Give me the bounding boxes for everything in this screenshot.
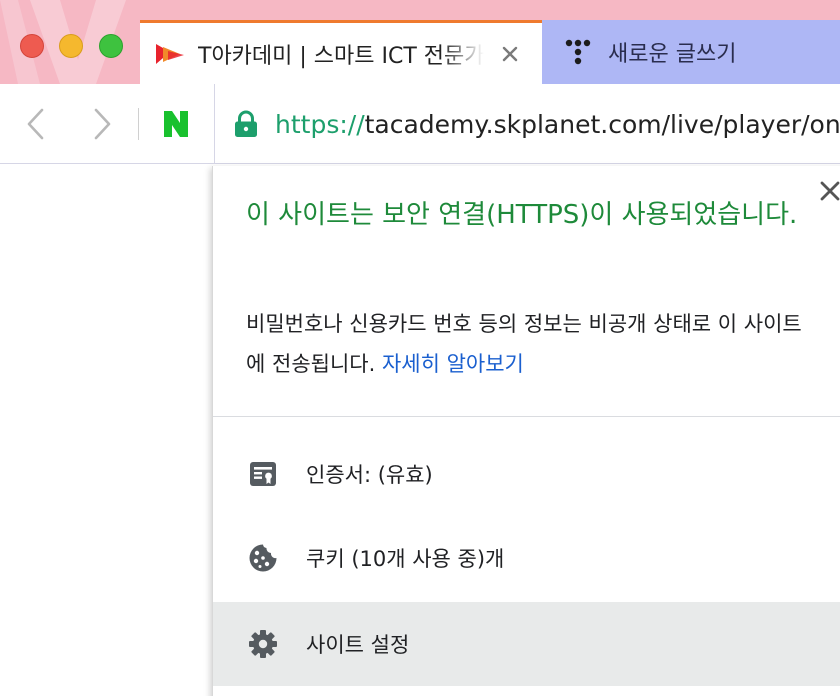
certificate-row[interactable]: 인증서: (유효) (213, 432, 840, 516)
browser-window: T아카데미 | 스마트 ICT 전문가 새로운 글쓰기 https://taca… (0, 0, 840, 696)
connection-secure-heading: 이 사이트는 보안 연결(HTTPS)이 사용되었습니다. (246, 200, 798, 230)
naver-icon (164, 111, 188, 137)
url-scheme: https:// (275, 109, 365, 139)
window-close-button[interactable] (20, 34, 44, 58)
certificate-icon (250, 462, 276, 486)
site-info-popup: 이 사이트는 보안 연결(HTTPS)이 사용되었습니다. 비밀번호나 신용카드… (212, 166, 840, 696)
tistory-favicon-icon (565, 39, 591, 65)
tab-title: T아카데미 | 스마트 ICT 전문가 (198, 43, 484, 69)
back-button[interactable] (18, 106, 54, 142)
chevron-right-icon (94, 108, 111, 140)
tab-strip: T아카데미 | 스마트 ICT 전문가 새로운 글쓰기 (0, 0, 840, 84)
divider (213, 416, 840, 417)
url-text[interactable]: https://tacademy.skplanet.com/live/playe… (275, 110, 840, 139)
tacademy-favicon-icon (156, 43, 184, 64)
cookies-row[interactable]: 쿠키 (10개 사용 중)개 (213, 516, 840, 600)
chevron-left-icon (27, 108, 44, 140)
toolbar-separator (138, 108, 139, 140)
lock-icon[interactable] (233, 110, 259, 138)
window-minimize-button[interactable] (59, 34, 83, 58)
tab-new-post[interactable]: 새로운 글쓰기 (542, 20, 840, 84)
site-settings-row[interactable]: 사이트 설정 (213, 602, 840, 686)
cookies-label: 쿠키 (10개 사용 중)개 (306, 547, 505, 571)
close-icon[interactable] (815, 176, 840, 206)
address-bar[interactable]: https://tacademy.skplanet.com/live/playe… (214, 84, 840, 164)
site-settings-label: 사이트 설정 (306, 633, 410, 657)
naver-bookmark-button[interactable] (158, 106, 194, 142)
forward-button[interactable] (84, 106, 120, 142)
certificate-label: 인증서: (유효) (306, 463, 433, 487)
toolbar: https://tacademy.skplanet.com/live/playe… (0, 84, 840, 164)
tab-tacademy[interactable]: T아카데미 | 스마트 ICT 전문가 (140, 20, 542, 84)
learn-more-link[interactable]: 자세히 알아보기 (382, 352, 524, 376)
tab-title: 새로운 글쓰기 (608, 42, 737, 67)
url-host-path: tacademy.skplanet.com/live/player/onli (364, 109, 840, 139)
connection-description: 비밀번호나 신용카드 번호 등의 정보는 비공개 상태로 이 사이트에 전송됩니… (246, 304, 816, 384)
cookie-icon (249, 544, 277, 572)
window-maximize-button[interactable] (99, 34, 123, 58)
gear-icon (249, 630, 277, 658)
close-tab-icon[interactable] (498, 42, 522, 66)
